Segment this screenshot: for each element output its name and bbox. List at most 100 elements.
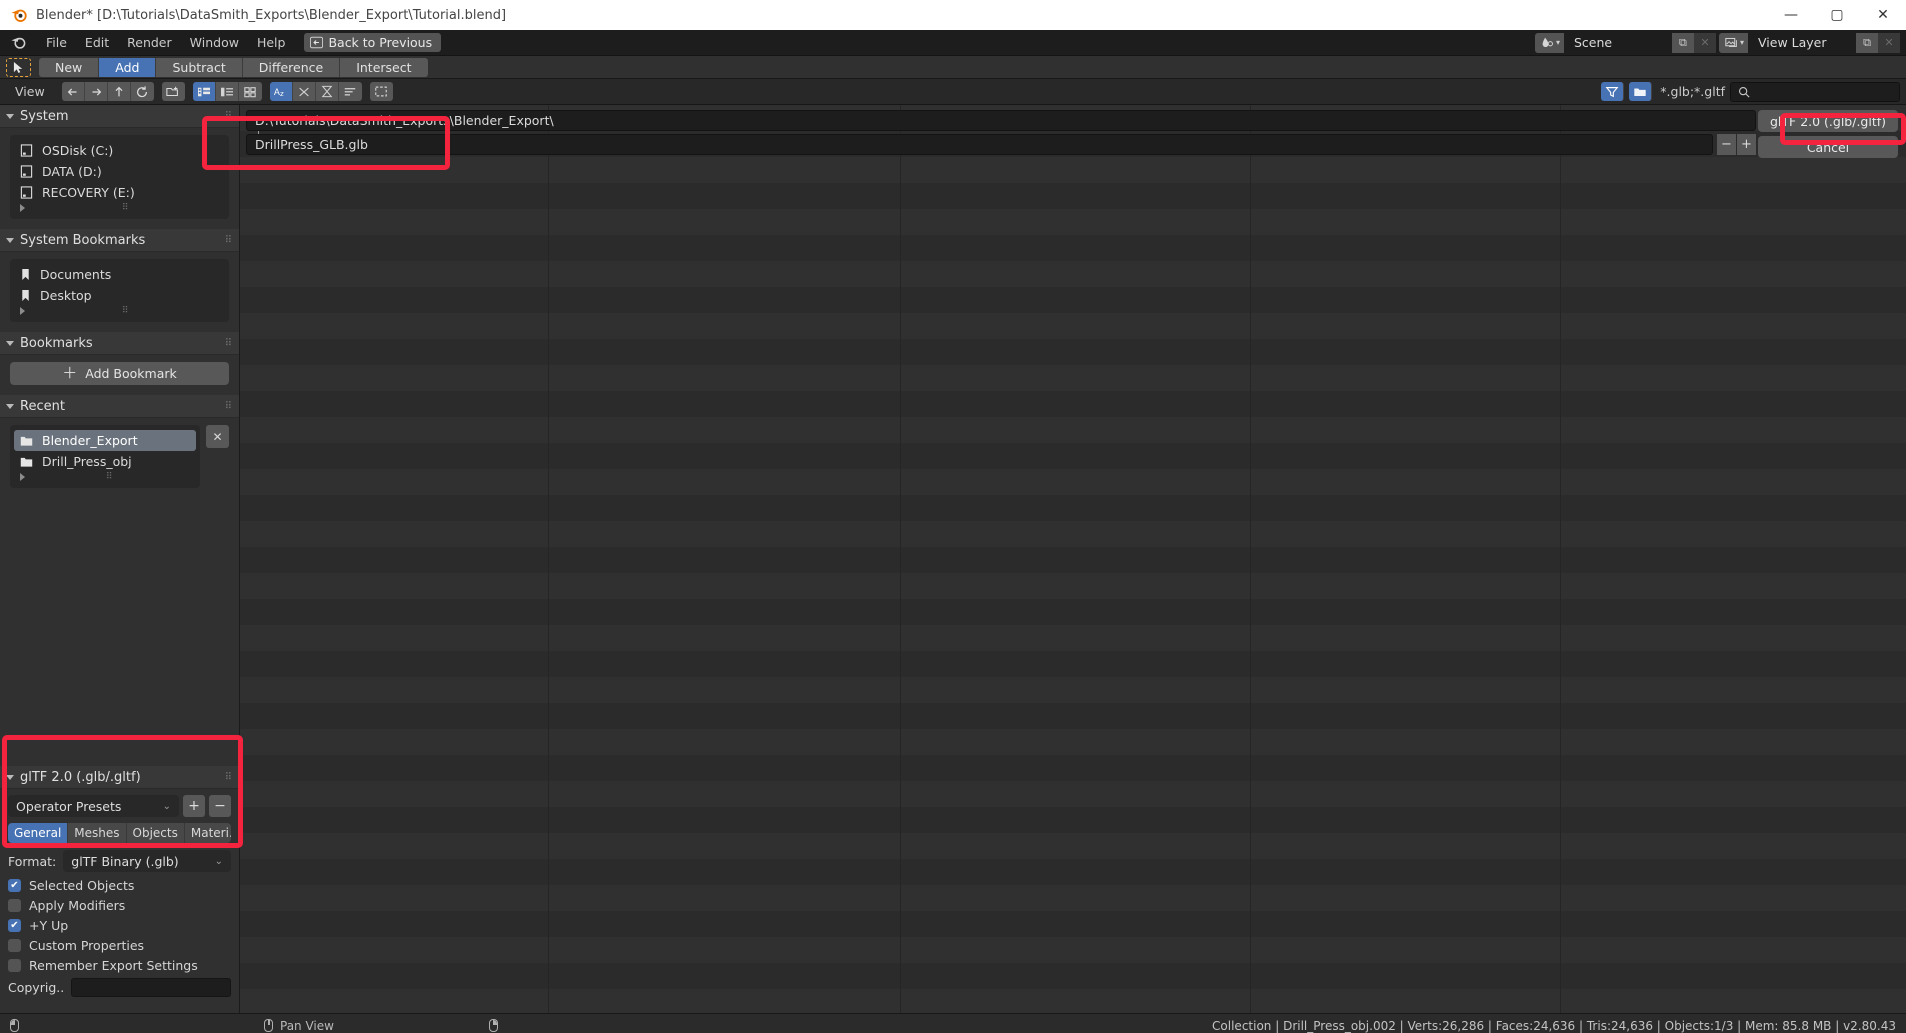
menu-file[interactable]: File	[37, 33, 76, 52]
minimize-button[interactable]: —	[1768, 0, 1814, 30]
file-row[interactable]	[240, 209, 1906, 235]
operator-presets-dropdown[interactable]: Operator Presets ⌄	[8, 795, 179, 817]
option-remember-export-settings[interactable]: Remember Export Settings	[8, 958, 231, 973]
list-item[interactable]: OSDisk (C:)	[14, 140, 225, 161]
file-row[interactable]	[240, 729, 1906, 755]
file-row[interactable]	[240, 833, 1906, 859]
dashed-box-icon[interactable]	[369, 82, 393, 101]
sort-alpha-icon[interactable]: Az	[269, 82, 293, 101]
sort-extension-icon[interactable]	[292, 82, 316, 101]
file-row[interactable]	[240, 989, 1906, 1013]
scene-unlink-button[interactable]: ✕	[1693, 32, 1716, 53]
option-apply-modifiers[interactable]: Apply Modifiers	[8, 898, 231, 913]
list-expand-row[interactable]: ⠿	[14, 306, 225, 317]
blender-app-icon[interactable]	[10, 34, 27, 51]
grid-icon[interactable]	[238, 82, 262, 101]
file-row[interactable]	[240, 807, 1906, 833]
scene-new-button[interactable]: ⧉	[1671, 32, 1694, 53]
close-button[interactable]: ✕	[1860, 0, 1906, 30]
file-row[interactable]	[240, 157, 1906, 183]
back-arrow-icon[interactable]	[61, 82, 85, 101]
file-row[interactable]	[240, 495, 1906, 521]
file-row[interactable]	[240, 313, 1906, 339]
checkbox-apply-modifiers[interactable]	[8, 899, 21, 912]
panel-header-recent[interactable]: Recent ⠿	[0, 395, 239, 418]
file-row[interactable]	[240, 391, 1906, 417]
file-row[interactable]	[240, 521, 1906, 547]
add-preset-button[interactable]: +	[183, 795, 205, 817]
option-custom-properties[interactable]: Custom Properties	[8, 938, 231, 953]
checkbox-y-up[interactable]	[8, 919, 21, 932]
folder-filter-icon[interactable]	[1629, 82, 1653, 101]
maximize-button[interactable]: ▢	[1814, 0, 1860, 30]
menu-edit[interactable]: Edit	[76, 33, 118, 52]
view-layer-name[interactable]: View Layer	[1748, 32, 1856, 53]
menu-render[interactable]: Render	[118, 33, 181, 52]
list-item[interactable]: Documents	[14, 264, 225, 285]
refresh-icon[interactable]	[130, 82, 154, 101]
scene-name[interactable]: Scene	[1563, 32, 1672, 53]
cursor-select-icon[interactable]	[6, 57, 31, 77]
file-list-area[interactable]: D:\Tutorials\DataSmith_Exports\Blender_E…	[240, 105, 1906, 1013]
filter-funnel-icon[interactable]	[1601, 82, 1625, 101]
option-selected-objects[interactable]: Selected Objects	[8, 878, 231, 893]
file-row[interactable]	[240, 547, 1906, 573]
panel-header-operator[interactable]: glTF 2.0 (.glb/.gltf) ⠿	[0, 766, 239, 789]
resize-grip[interactable]: ⠿	[122, 203, 130, 213]
sort-time-icon[interactable]	[315, 82, 339, 101]
file-row[interactable]	[240, 703, 1906, 729]
file-row[interactable]	[240, 417, 1906, 443]
back-to-previous-button[interactable]: Back to Previous	[304, 33, 442, 52]
file-row[interactable]	[240, 677, 1906, 703]
clear-recent-button[interactable]: ✕	[206, 425, 229, 448]
file-row[interactable]	[240, 443, 1906, 469]
file-row[interactable]	[240, 469, 1906, 495]
file-row[interactable]	[240, 937, 1906, 963]
file-row[interactable]	[240, 781, 1906, 807]
file-row[interactable]	[240, 599, 1906, 625]
cancel-button[interactable]: Cancel	[1758, 136, 1898, 158]
file-row[interactable]	[240, 859, 1906, 885]
column-divider[interactable]	[548, 105, 549, 1013]
mode-difference[interactable]: Difference	[242, 57, 341, 77]
decrement-button[interactable]: −	[1717, 134, 1736, 155]
mode-add[interactable]: Add	[99, 57, 157, 77]
file-row[interactable]	[240, 183, 1906, 209]
mode-intersect[interactable]: Intersect	[340, 57, 428, 77]
forward-arrow-icon[interactable]	[84, 82, 108, 101]
scene-selector[interactable]: ▾ Scene ⧉ ✕	[1534, 32, 1716, 53]
view-menu[interactable]: View	[6, 82, 54, 101]
up-arrow-icon[interactable]	[107, 82, 131, 101]
list-item[interactable]: RECOVERY (E:)	[14, 182, 225, 203]
search-input[interactable]	[1730, 81, 1900, 102]
list-expand-row[interactable]: ⠿	[14, 472, 196, 483]
file-row[interactable]	[240, 885, 1906, 911]
resize-grip[interactable]: ⠿	[122, 306, 130, 316]
list-item[interactable]: Blender_Export	[14, 430, 196, 451]
file-row[interactable]	[240, 573, 1906, 599]
export-button[interactable]: glTF 2.0 (.glb/.gltf)	[1758, 110, 1898, 132]
panel-header-system-bookmarks[interactable]: System Bookmarks ⠿	[0, 229, 239, 252]
mode-new[interactable]: New	[39, 57, 100, 77]
directory-path-input[interactable]: D:\Tutorials\DataSmith_Exports\Blender_E…	[246, 110, 1756, 131]
view-layer-selector[interactable]: ▾ View Layer ⧉ ✕	[1718, 32, 1900, 53]
checkbox-selected-objects[interactable]	[8, 879, 21, 892]
column-divider[interactable]	[1250, 105, 1251, 1013]
copyright-input[interactable]	[71, 978, 231, 997]
tab-general[interactable]: General	[8, 823, 69, 843]
file-row[interactable]	[240, 963, 1906, 989]
format-dropdown[interactable]: glTF Binary (.glb) ⌄	[63, 850, 231, 872]
menu-help[interactable]: Help	[248, 33, 295, 52]
view-layer-remove-button[interactable]: ✕	[1878, 32, 1900, 53]
file-row[interactable]	[240, 261, 1906, 287]
column-divider[interactable]	[1560, 105, 1561, 1013]
tab-objects[interactable]: Objects	[126, 823, 185, 843]
list-item[interactable]: Drill_Press_obj	[14, 451, 196, 472]
new-folder-icon[interactable]	[161, 82, 185, 101]
add-bookmark-button[interactable]: ＋ Add Bookmark	[10, 362, 229, 385]
panel-header-bookmarks[interactable]: Bookmarks ⠿	[0, 332, 239, 355]
view-layer-new-button[interactable]: ⧉	[1856, 32, 1878, 53]
file-row[interactable]	[240, 651, 1906, 677]
list-detail-icon[interactable]	[215, 82, 239, 101]
option-y-up[interactable]: +Y Up	[8, 918, 231, 933]
